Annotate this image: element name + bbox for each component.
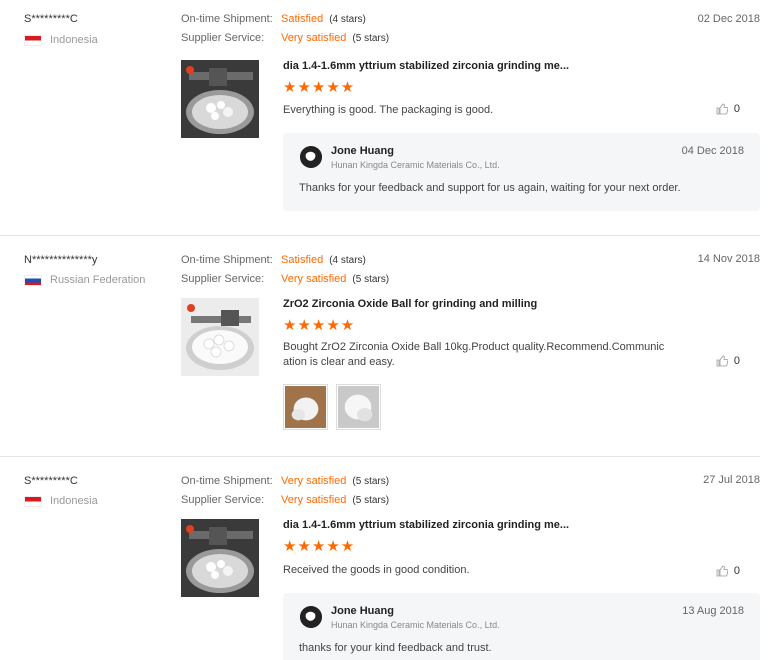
shipment-label: On-time Shipment: — [181, 475, 273, 487]
review-comment: Received the goods in good condition. — [283, 564, 470, 576]
shipment-rating: On-time Shipment: Satisfied (4 stars) — [181, 13, 366, 25]
thumbs-up-icon — [716, 355, 728, 367]
buyer-country: Russian Federation — [24, 274, 145, 286]
supplier-reply: Jone Huang Hunan Kingda Ceramic Material… — [283, 133, 760, 211]
review-photo[interactable] — [283, 384, 328, 430]
country-name: Indonesia — [50, 495, 98, 507]
shipment-stars: (4 stars) — [329, 254, 366, 266]
shipment-label: On-time Shipment: — [181, 13, 273, 25]
like-count: 0 — [733, 103, 740, 115]
shipment-rating: On-time Shipment: Very satisfied (5 star… — [181, 475, 389, 487]
thumbs-up-icon — [716, 103, 728, 115]
service-rating: Supplier Service: Very satisfied (5 star… — [181, 32, 389, 44]
review-item: S*********C Indonesia On-time Shipment: … — [0, 0, 760, 236]
shipment-value: Satisfied — [281, 254, 324, 266]
star-rating: ★★★★★ — [283, 317, 356, 334]
buyer-name: S*********C — [24, 13, 78, 25]
review-date: 02 Dec 2018 — [697, 13, 760, 25]
review-date: 27 Jul 2018 — [703, 474, 760, 486]
service-value: Very satisfied — [281, 273, 347, 285]
shipment-stars: (5 stars) — [352, 475, 390, 487]
review-comment-line: Bought ZrO2 Zirconia Oxide Ball 10kg.Pro… — [283, 341, 665, 353]
review-photo[interactable] — [336, 384, 381, 430]
reply-date: 13 Aug 2018 — [682, 605, 744, 617]
product-title[interactable]: dia 1.4-1.6mm yttrium stabilized zirconi… — [283, 519, 569, 531]
service-rating: Supplier Service: Very satisfied (5 star… — [181, 273, 389, 285]
like-button[interactable]: 0 — [716, 103, 740, 115]
service-value: Very satisfied — [281, 32, 347, 44]
country-name: Russian Federation — [50, 274, 146, 286]
shipment-value: Satisfied — [281, 13, 324, 25]
like-count: 0 — [733, 565, 740, 577]
russia-flag-icon — [24, 274, 42, 286]
product-thumbnail[interactable] — [181, 519, 259, 597]
like-count: 0 — [733, 355, 740, 367]
service-stars: (5 stars) — [352, 32, 390, 44]
shipment-label: On-time Shipment: — [181, 254, 273, 266]
country-name: Indonesia — [50, 34, 98, 46]
review-item: S*********C Indonesia On-time Shipment: … — [0, 457, 760, 660]
review-comment: Bought ZrO2 Zirconia Oxide Ball 10kg.Pro… — [283, 340, 673, 370]
reply-company: Hunan Kingda Ceramic Materials Co., Ltd. — [331, 620, 500, 630]
product-thumbnail[interactable] — [181, 298, 259, 376]
buyer-country: Indonesia — [24, 34, 98, 46]
reply-text: thanks for your kind feedback and trust. — [299, 642, 492, 654]
like-button[interactable]: 0 — [716, 355, 740, 367]
service-value: Very satisfied — [281, 494, 347, 506]
reply-author: Jone Huang — [331, 605, 394, 617]
shipment-stars: (4 stars) — [329, 13, 366, 25]
like-button[interactable]: 0 — [716, 565, 740, 577]
product-title[interactable]: dia 1.4-1.6mm yttrium stabilized zirconi… — [283, 60, 569, 72]
indonesia-flag-icon — [24, 495, 42, 507]
shipment-value: Very satisfied — [281, 475, 347, 487]
product-thumbnail[interactable] — [181, 60, 259, 138]
indonesia-flag-icon — [24, 34, 42, 46]
review-date: 14 Nov 2018 — [697, 253, 760, 265]
avatar — [300, 606, 322, 628]
review-item: N**************y Russian Federation On-t… — [0, 236, 760, 457]
buyer-country: Indonesia — [24, 495, 98, 507]
service-label: Supplier Service: — [181, 494, 265, 506]
service-label: Supplier Service: — [181, 32, 265, 44]
review-comment: Everything is good. The packaging is goo… — [283, 104, 494, 116]
service-stars: (5 stars) — [352, 273, 390, 285]
shipment-rating: On-time Shipment: Satisfied (4 stars) — [181, 254, 366, 266]
service-stars: (5 stars) — [352, 494, 390, 506]
reply-author: Jone Huang — [331, 145, 394, 157]
star-rating: ★★★★★ — [283, 79, 356, 96]
service-label: Supplier Service: — [181, 273, 265, 285]
buyer-name: S*********C — [24, 475, 78, 487]
avatar — [300, 146, 322, 168]
product-title[interactable]: ZrO2 Zirconia Oxide Ball for grinding an… — [283, 298, 537, 310]
reply-text: Thanks for your feedback and support for… — [299, 182, 681, 194]
review-comment-line: ation is clear and easy. — [283, 356, 395, 368]
reply-date: 04 Dec 2018 — [681, 145, 744, 157]
buyer-name: N**************y — [24, 254, 98, 266]
star-rating: ★★★★★ — [283, 538, 356, 555]
supplier-reply: Jone Huang Hunan Kingda Ceramic Material… — [283, 593, 760, 660]
thumbs-up-icon — [716, 565, 728, 577]
service-rating: Supplier Service: Very satisfied (5 star… — [181, 494, 389, 506]
reply-company: Hunan Kingda Ceramic Materials Co., Ltd. — [331, 160, 500, 170]
